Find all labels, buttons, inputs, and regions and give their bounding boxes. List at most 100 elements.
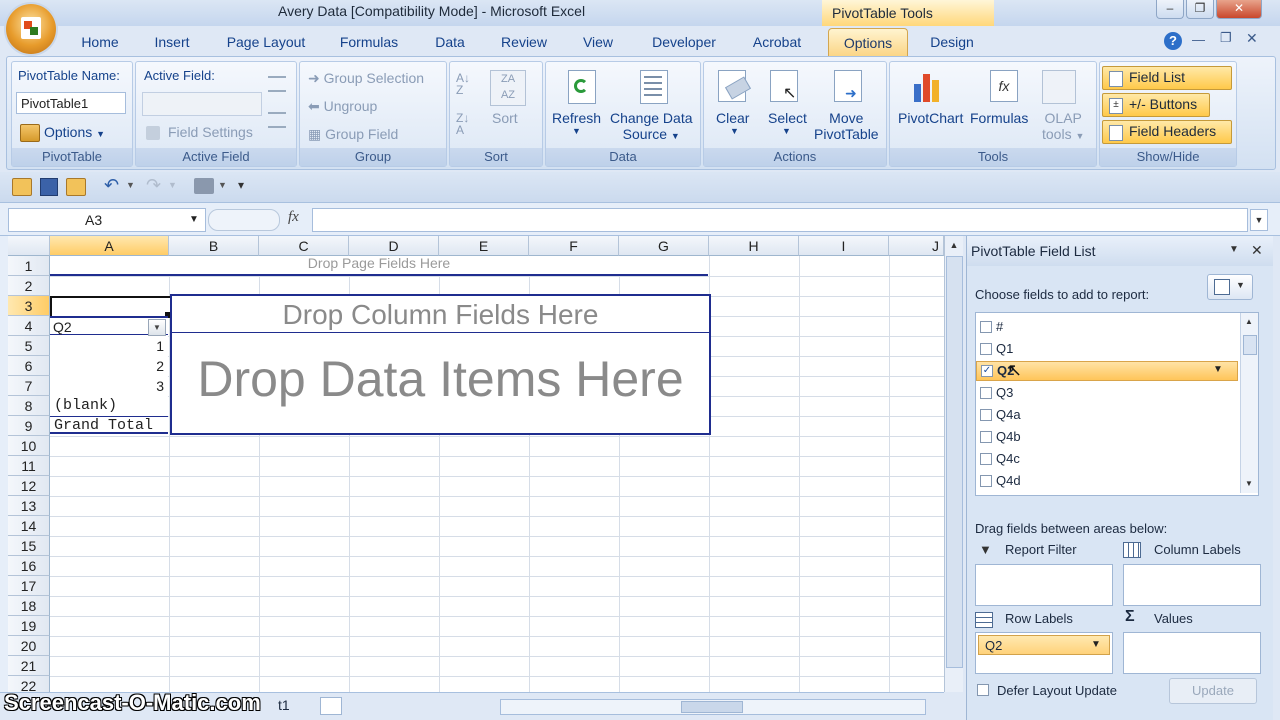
field-checkbox[interactable] [980,475,992,487]
scroll-thumb[interactable] [1243,335,1257,355]
field-checkbox[interactable] [980,409,992,421]
row-header[interactable]: 16 [8,556,50,576]
tab-page-layout[interactable]: Page Layout [220,28,312,56]
group-selection-button[interactable]: ➜ Group Selection [308,70,424,87]
select-all-corner[interactable] [8,236,50,256]
restore-button[interactable]: ❐ [1186,0,1214,19]
close-button[interactable]: ✕ [1216,0,1262,19]
redo-icon[interactable]: ↷ [146,175,161,196]
collapse-field-icon[interactable] [268,112,286,128]
tab-home[interactable]: Home [74,28,126,56]
row-item-cell[interactable]: 2 [50,356,168,376]
row-header[interactable]: 1 [8,256,50,276]
formula-input[interactable] [312,208,1248,232]
column-labels-area[interactable] [1123,564,1261,606]
pane-menu-icon[interactable]: ▼ [1229,244,1239,255]
row-field-header[interactable]: Q2 ▼ [50,316,168,336]
field-checkbox[interactable] [980,343,992,355]
row-labels-area[interactable]: Q2 ▼ [975,632,1113,674]
row-header[interactable]: 9 [8,416,50,436]
sheet-tab[interactable]: t1 [278,697,290,713]
field-item[interactable]: Q4b [976,427,1238,447]
scroll-up-icon[interactable]: ▲ [945,236,963,254]
olap-tools-button[interactable]: OLAP tools ▼ [1042,110,1084,144]
row-header[interactable]: 4 [8,316,50,336]
sort-button[interactable]: Sort [492,110,518,126]
field-checkbox[interactable] [980,453,992,465]
row-item-cell[interactable]: 1 [50,336,168,356]
change-data-source-button[interactable]: Change Data Source ▼ [610,110,693,144]
field-dropdown-icon[interactable]: ▼ [1213,364,1223,375]
clear-dropdown-icon[interactable]: ▼ [730,126,739,136]
help-icon[interactable]: ? [1164,32,1182,50]
row-field-filter-icon[interactable]: ▼ [148,319,166,336]
ungroup-button[interactable]: ⬅ Ungroup [308,98,377,115]
tab-view[interactable]: View [574,28,622,56]
tab-acrobat[interactable]: Acrobat [744,28,810,56]
name-box-dropdown-icon[interactable]: ▼ [189,209,199,231]
column-header-b[interactable]: B [169,236,259,256]
name-box[interactable]: A3 ▼ [8,208,206,232]
redo-dropdown-icon[interactable]: ▼ [168,180,177,190]
defer-layout-checkbox[interactable] [977,684,989,696]
row-header[interactable]: 10 [8,436,50,456]
clear-button[interactable]: Clear [716,110,749,126]
row-header[interactable]: 5 [8,336,50,356]
column-header-e[interactable]: E [439,236,529,256]
formulas-button[interactable]: Formulas [970,110,1028,126]
field-headers-toggle[interactable]: Field Headers [1102,120,1232,144]
field-checkbox[interactable] [980,431,992,443]
field-settings-button[interactable]: Field Settings [168,124,253,140]
grand-total-cell[interactable]: Grand Total [50,416,168,434]
tab-review[interactable]: Review [494,28,554,56]
open-icon[interactable] [12,178,32,196]
field-checkbox-checked[interactable]: ✓ [981,365,993,377]
row-header[interactable]: 7 [8,376,50,396]
insert-sheet-icon[interactable] [320,697,342,715]
row-item-cell[interactable]: 3 [50,376,168,396]
undo-icon[interactable]: ↶ [104,175,119,196]
row-header[interactable]: 15 [8,536,50,556]
column-header-i[interactable]: I [799,236,889,256]
tab-options[interactable]: Options [828,28,908,57]
row-header[interactable]: 3 [8,296,50,316]
print-icon[interactable] [194,178,214,194]
refresh-button[interactable]: Refresh [552,110,601,126]
ribbon-minimize-icon[interactable]: — [1192,32,1205,47]
active-field-input[interactable] [142,92,262,116]
worksheet[interactable]: A B C D E F G H I J 1 2 3 4 5 6 7 8 9 10… [0,236,944,720]
row-label-item[interactable]: Q2 ▼ [978,635,1110,655]
row-label-dropdown-icon[interactable]: ▼ [1091,639,1101,650]
field-list-scrollbar[interactable]: ▲ ▼ [1240,313,1258,493]
select-dropdown-icon[interactable]: ▼ [782,126,791,136]
ribbon-close-icon[interactable]: ✕ [1246,30,1258,47]
tab-data[interactable]: Data [426,28,474,56]
values-area[interactable] [1123,632,1261,674]
row-header[interactable]: 20 [8,636,50,656]
column-header-g[interactable]: G [619,236,709,256]
column-header-c[interactable]: C [259,236,349,256]
field-item[interactable]: Q4a [976,405,1238,425]
refresh-dropdown-icon[interactable]: ▼ [572,126,581,136]
ribbon-restore-icon[interactable]: ❐ [1220,30,1232,46]
row-header[interactable]: 12 [8,476,50,496]
buttons-toggle[interactable]: ± +/- Buttons [1102,93,1210,117]
field-list-box[interactable]: # Q1 ✓ Q2 ▼ Q3 Q4a Q4b Q4c Q4d ▲ ▼ [975,312,1259,496]
field-item[interactable]: Q3 [976,383,1238,403]
save-icon[interactable] [40,178,58,196]
tab-design[interactable]: Design [922,28,982,56]
layout-options-button[interactable]: ▼ [1207,274,1253,300]
field-item[interactable]: Q4d [976,471,1238,491]
row-header[interactable]: 19 [8,616,50,636]
undo-dropdown-icon[interactable]: ▼ [126,180,135,190]
field-checkbox[interactable] [980,387,992,399]
pane-close-icon[interactable]: ✕ [1251,242,1263,259]
pivottable-name-input[interactable]: PivotTable1 [16,92,126,114]
column-header-d[interactable]: D [349,236,439,256]
customize-qat-icon[interactable]: ▾ [238,178,244,192]
column-header-f[interactable]: F [529,236,619,256]
row-header[interactable]: 17 [8,576,50,596]
field-checkbox[interactable] [980,321,992,333]
drop-data-items-zone[interactable]: Drop Data Items Here [170,332,711,435]
drop-column-fields-zone[interactable]: Drop Column Fields Here [170,294,711,334]
